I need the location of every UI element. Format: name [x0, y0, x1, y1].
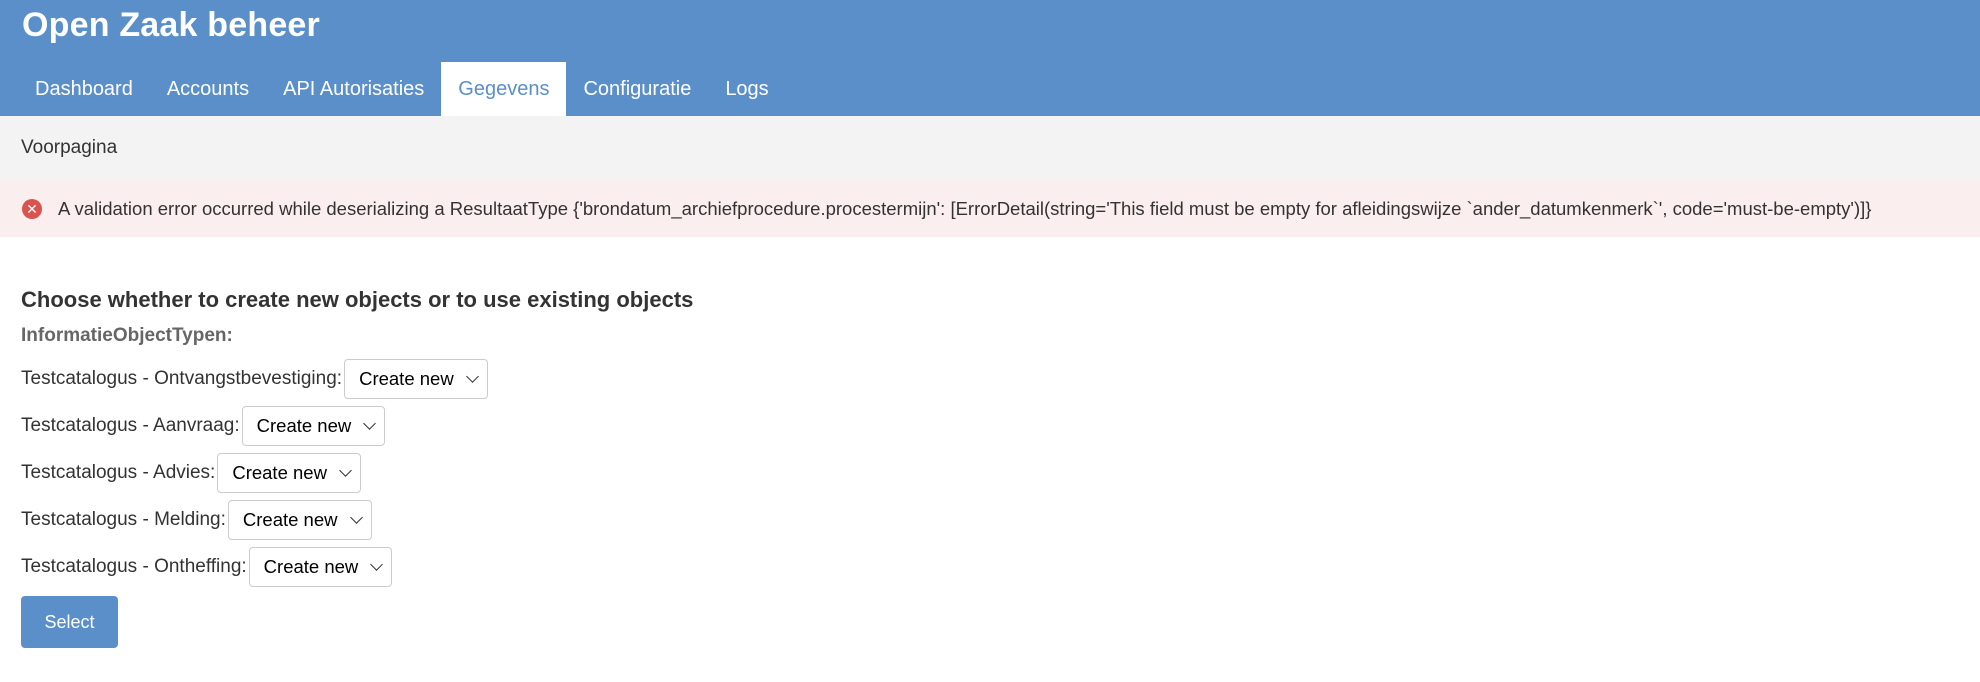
breadcrumb-home-link[interactable]: Voorpagina: [21, 137, 117, 159]
choice-select[interactable]: Create new: [227, 499, 372, 540]
form-row: Testcatalogus - Aanvraag: Create new: [21, 402, 1980, 449]
row-label: Testcatalogus - Ontvangstbevestiging:: [21, 367, 343, 389]
error-message-text: A validation error occurred while deseri…: [58, 197, 1872, 219]
breadcrumb: Voorpagina: [0, 116, 1980, 180]
choice-select[interactable]: Create new: [217, 452, 361, 493]
choice-select[interactable]: Create new: [248, 546, 393, 587]
nav-api-autorisaties[interactable]: API Autorisaties: [266, 62, 441, 116]
group-label-informatieobjecttypen: InformatieObjectTypen:: [21, 325, 233, 346]
form-row: Testcatalogus - Advies: Create new: [21, 449, 1980, 496]
choice-select[interactable]: Create new: [241, 405, 386, 446]
chevron-down-icon: [339, 463, 352, 477]
nav-dashboard[interactable]: Dashboard: [18, 62, 150, 116]
nav-logs[interactable]: Logs: [708, 62, 785, 116]
form-row: Testcatalogus - Ontheffing: Create new: [21, 543, 1980, 590]
chevron-down-icon: [370, 557, 384, 571]
error-circle-x-icon: ✕: [22, 198, 42, 219]
main-content: Choose whether to create new objects or …: [0, 237, 1980, 648]
row-label: Testcatalogus - Melding:: [21, 508, 226, 530]
form-title: Choose whether to create new objects or …: [21, 287, 694, 312]
chevron-down-icon: [465, 369, 479, 383]
select-value: Create new: [359, 367, 454, 389]
error-message: ✕ A validation error occurred while dese…: [0, 180, 1980, 237]
row-label: Testcatalogus - Advies:: [21, 461, 216, 483]
select-value: Create new: [232, 461, 327, 483]
main-nav: Dashboard Accounts API Autorisaties Gege…: [18, 62, 786, 116]
nav-gegevens[interactable]: Gegevens: [441, 62, 567, 116]
nav-accounts[interactable]: Accounts: [150, 62, 266, 116]
site-title[interactable]: Open Zaak beheer: [22, 6, 320, 45]
select-value: Create new: [263, 555, 359, 577]
form-row: Testcatalogus - Ontvangstbevestiging: Cr…: [21, 355, 1980, 402]
nav-configuratie[interactable]: Configuratie: [566, 62, 708, 116]
select-value: Create new: [256, 414, 352, 436]
select-value: Create new: [242, 508, 338, 530]
form-row: Testcatalogus - Melding: Create new: [21, 496, 1980, 543]
row-label: Testcatalogus - Aanvraag:: [21, 414, 240, 436]
chevron-down-icon: [363, 416, 377, 430]
header: Open Zaak beheer Dashboard Accounts API …: [0, 0, 1980, 116]
chevron-down-icon: [349, 510, 363, 524]
row-label: Testcatalogus - Ontheffing:: [21, 555, 247, 577]
select-button[interactable]: Select: [21, 596, 118, 648]
choice-select[interactable]: Create new: [344, 358, 488, 399]
